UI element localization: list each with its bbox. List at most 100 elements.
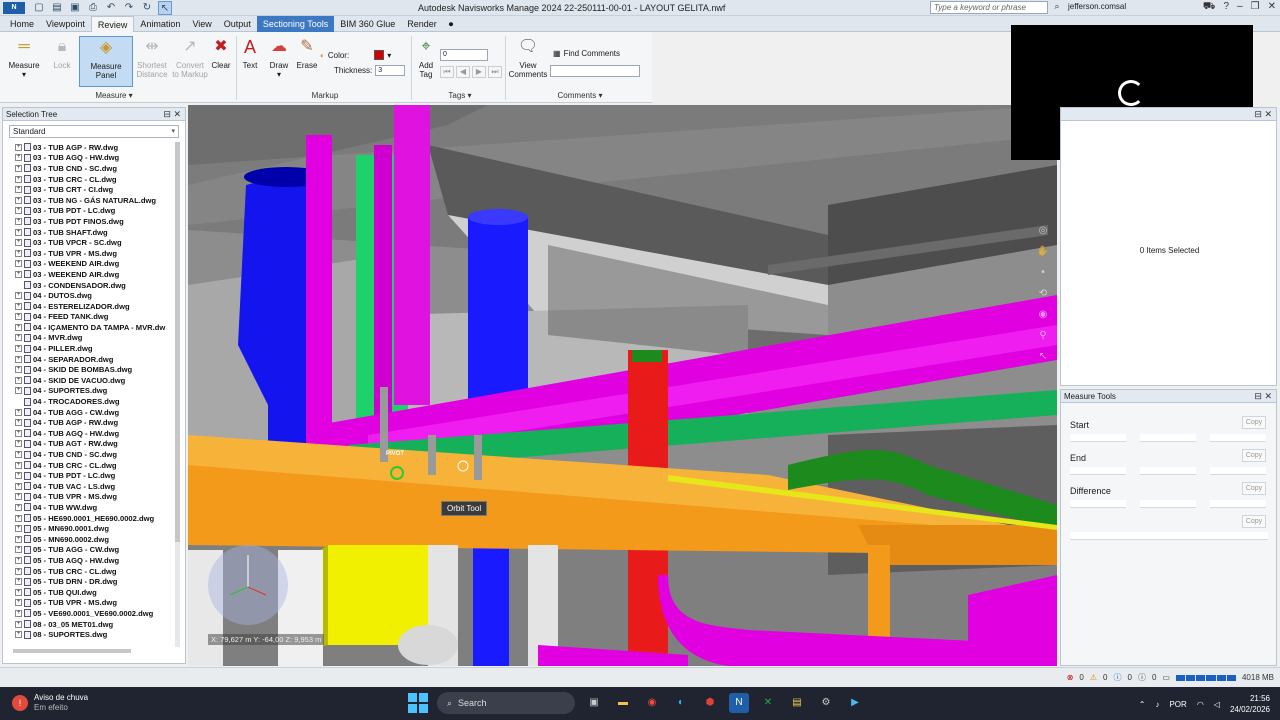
expand-icon[interactable]: + [15,493,22,501]
tree-item[interactable]: +04 - TUB PDT - LC.dwg [15,470,175,481]
expand-icon[interactable]: + [15,461,22,469]
tree-item[interactable]: +03 - TUB AGQ - HW.dwg [15,153,175,164]
expand-icon[interactable]: + [15,249,22,257]
search-icon[interactable]: ⌕ [1050,1,1064,14]
tree-item[interactable]: +03 - TUB CND - SC.dwg [15,163,175,174]
tree-item[interactable]: +04 - DUTOS.dwg [15,290,175,301]
expand-icon[interactable]: + [15,387,22,395]
measure-panel-button[interactable]: ◈ Measure Panel [79,36,133,87]
expand-icon[interactable]: + [15,239,22,247]
tree-item[interactable]: +05 - MN690.0001.dwg [15,523,175,534]
expand-icon[interactable]: + [15,260,22,268]
horizontal-scrollbar[interactable] [13,649,131,653]
expand-icon[interactable]: + [15,419,22,427]
tree-item[interactable]: +08 - 03_05 MET01.dwg [15,619,175,630]
expand-icon[interactable]: + [15,154,22,162]
print-icon[interactable]: ⎙ [86,1,100,15]
language-indicator[interactable]: POR [1169,700,1186,709]
expand-icon[interactable]: + [15,323,22,331]
tree-item[interactable]: +03 - TUB CRT - CI.dwg [15,184,175,195]
prev-tag-icon[interactable]: ◀ [456,66,470,78]
tree-item[interactable]: 04 - TROCADORES.dwg [15,396,175,407]
expand-icon[interactable]: + [15,217,22,225]
volume-icon[interactable]: ◁ [1214,700,1220,709]
sheet-browser-icon[interactable]: ▭ [1162,673,1170,682]
tree-item[interactable]: +05 - TUB CRC - CL.dwg [15,566,175,577]
pin-icon[interactable]: ⊟ [1254,109,1262,119]
tree-mode-select[interactable]: Standard ▾ [9,125,179,138]
tree-item[interactable]: +05 - TUB AGG - CW.dwg [15,545,175,556]
copy-difference-button[interactable]: Copy [1242,482,1266,495]
look-icon[interactable]: ◉ [1039,309,1048,320]
copy-distance-button[interactable]: Copy [1242,515,1266,528]
convert-to-markup-button[interactable]: ↗ Convert to Markup [170,36,210,79]
expand-icon[interactable]: + [15,440,22,448]
expand-icon[interactable]: + [15,376,22,384]
file-explorer-icon[interactable]: ▬ [613,693,633,713]
warning-icon[interactable]: ⚠ [1090,673,1097,682]
copy-end-button[interactable]: Copy [1242,449,1266,462]
select-icon[interactable]: ↖ [158,1,172,15]
steering-wheel-icon[interactable]: ◎ [1039,225,1048,236]
tree-item[interactable]: +05 - MN690.0002.dwg [15,534,175,545]
expand-icon[interactable]: + [15,228,22,236]
tree-item[interactable]: +04 - SUPORTES.dwg [15,386,175,397]
redo-icon[interactable]: ↷ [122,1,136,15]
chevron-up-icon[interactable]: ⌃ [1139,700,1146,709]
close-icon[interactable]: ✕ [173,109,181,119]
tree-item[interactable]: +04 - TUB VPR - MS.dwg [15,492,175,503]
tree-item[interactable]: +05 - VE690.0001_VE690.0002.dwg [15,608,175,619]
first-tag-icon[interactable]: ⏮ [440,66,454,78]
expand-icon[interactable]: + [15,567,22,575]
error-icon[interactable]: ⊗ [1067,673,1074,682]
meet-icon[interactable]: ▶ [845,693,865,713]
user-account[interactable]: jefferson.comsal [1068,2,1126,11]
tree-item[interactable]: +04 - PILLER.dwg [15,343,175,354]
tab-viewpoint[interactable]: Viewpoint [40,16,91,32]
walk-icon[interactable]: ⚲ [1039,330,1046,341]
expand-icon[interactable]: + [15,355,22,363]
thickness-input[interactable]: 3 [375,65,406,76]
tree-item[interactable]: +04 - TUB AGG - CW.dwg [15,407,175,418]
tree-item[interactable]: +04 - SKID DE VACUO.dwg [15,375,175,386]
last-tag-icon[interactable]: ⏭ [488,66,502,78]
tree-item[interactable]: +08 - SUPORTES.dwg [15,629,175,640]
tree-item[interactable]: +04 - ESTERELIZADOR.dwg [15,301,175,312]
tree-item[interactable]: +03 - TUB PDT FINOS.dwg [15,216,175,227]
task-view-icon[interactable]: ▣ [584,693,604,713]
tree-item[interactable]: +03 - WEEKEND AIR.dwg [15,269,175,280]
tree-item[interactable]: +04 - IÇAMENTO DA TAMPA - MVR.dw [15,322,175,333]
open-icon[interactable]: ▤ [50,1,64,15]
clock[interactable]: 21:56 24/02/2026 [1230,693,1270,715]
help-icon[interactable]: ? [1224,1,1230,14]
expand-icon[interactable]: + [15,578,22,586]
find-comments-button[interactable]: ▦ Find Comments [553,49,620,58]
microphone-icon[interactable]: ♪ [1155,700,1159,709]
expand-icon[interactable]: + [15,599,22,607]
expand-icon[interactable]: + [15,175,22,183]
expand-icon[interactable]: + [15,292,22,300]
tree-item[interactable]: +03 - TUB PDT - LC.dwg [15,206,175,217]
tag-id-input[interactable]: 0 [440,49,488,61]
tree-item[interactable]: +03 - WEEKEND AIR.dwg [15,259,175,270]
tab-view[interactable]: View [186,16,217,32]
expand-icon[interactable]: + [15,535,22,543]
expand-icon[interactable]: + [15,302,22,310]
pan-icon[interactable]: ✋ [1037,246,1049,257]
find-comments-input[interactable] [550,65,640,77]
expand-icon[interactable] [15,398,22,405]
info-icon[interactable]: ⓘ [1114,672,1122,683]
tree-item[interactable]: +04 - TUB AGQ - HW.dwg [15,428,175,439]
tree-item[interactable]: +04 - TUB CND - SC.dwg [15,449,175,460]
wifi-icon[interactable]: ◠ [1197,700,1204,709]
measure-button[interactable]: ═ Measure ▾ [6,36,42,79]
expand-icon[interactable]: + [15,143,22,151]
expand-icon[interactable]: + [15,345,22,353]
close-icon[interactable]: ✕ [1264,109,1272,119]
tree-item[interactable]: +05 - HE690.0001_HE690.0002.dwg [15,513,175,524]
expand-icon[interactable]: + [15,525,22,533]
tab-bim360-glue[interactable]: BIM 360 Glue [334,16,401,32]
undo-icon[interactable]: ↶ [104,1,118,15]
help-search-input[interactable]: Type a keyword or phrase [930,1,1048,14]
notes-icon[interactable]: ▤ [787,693,807,713]
